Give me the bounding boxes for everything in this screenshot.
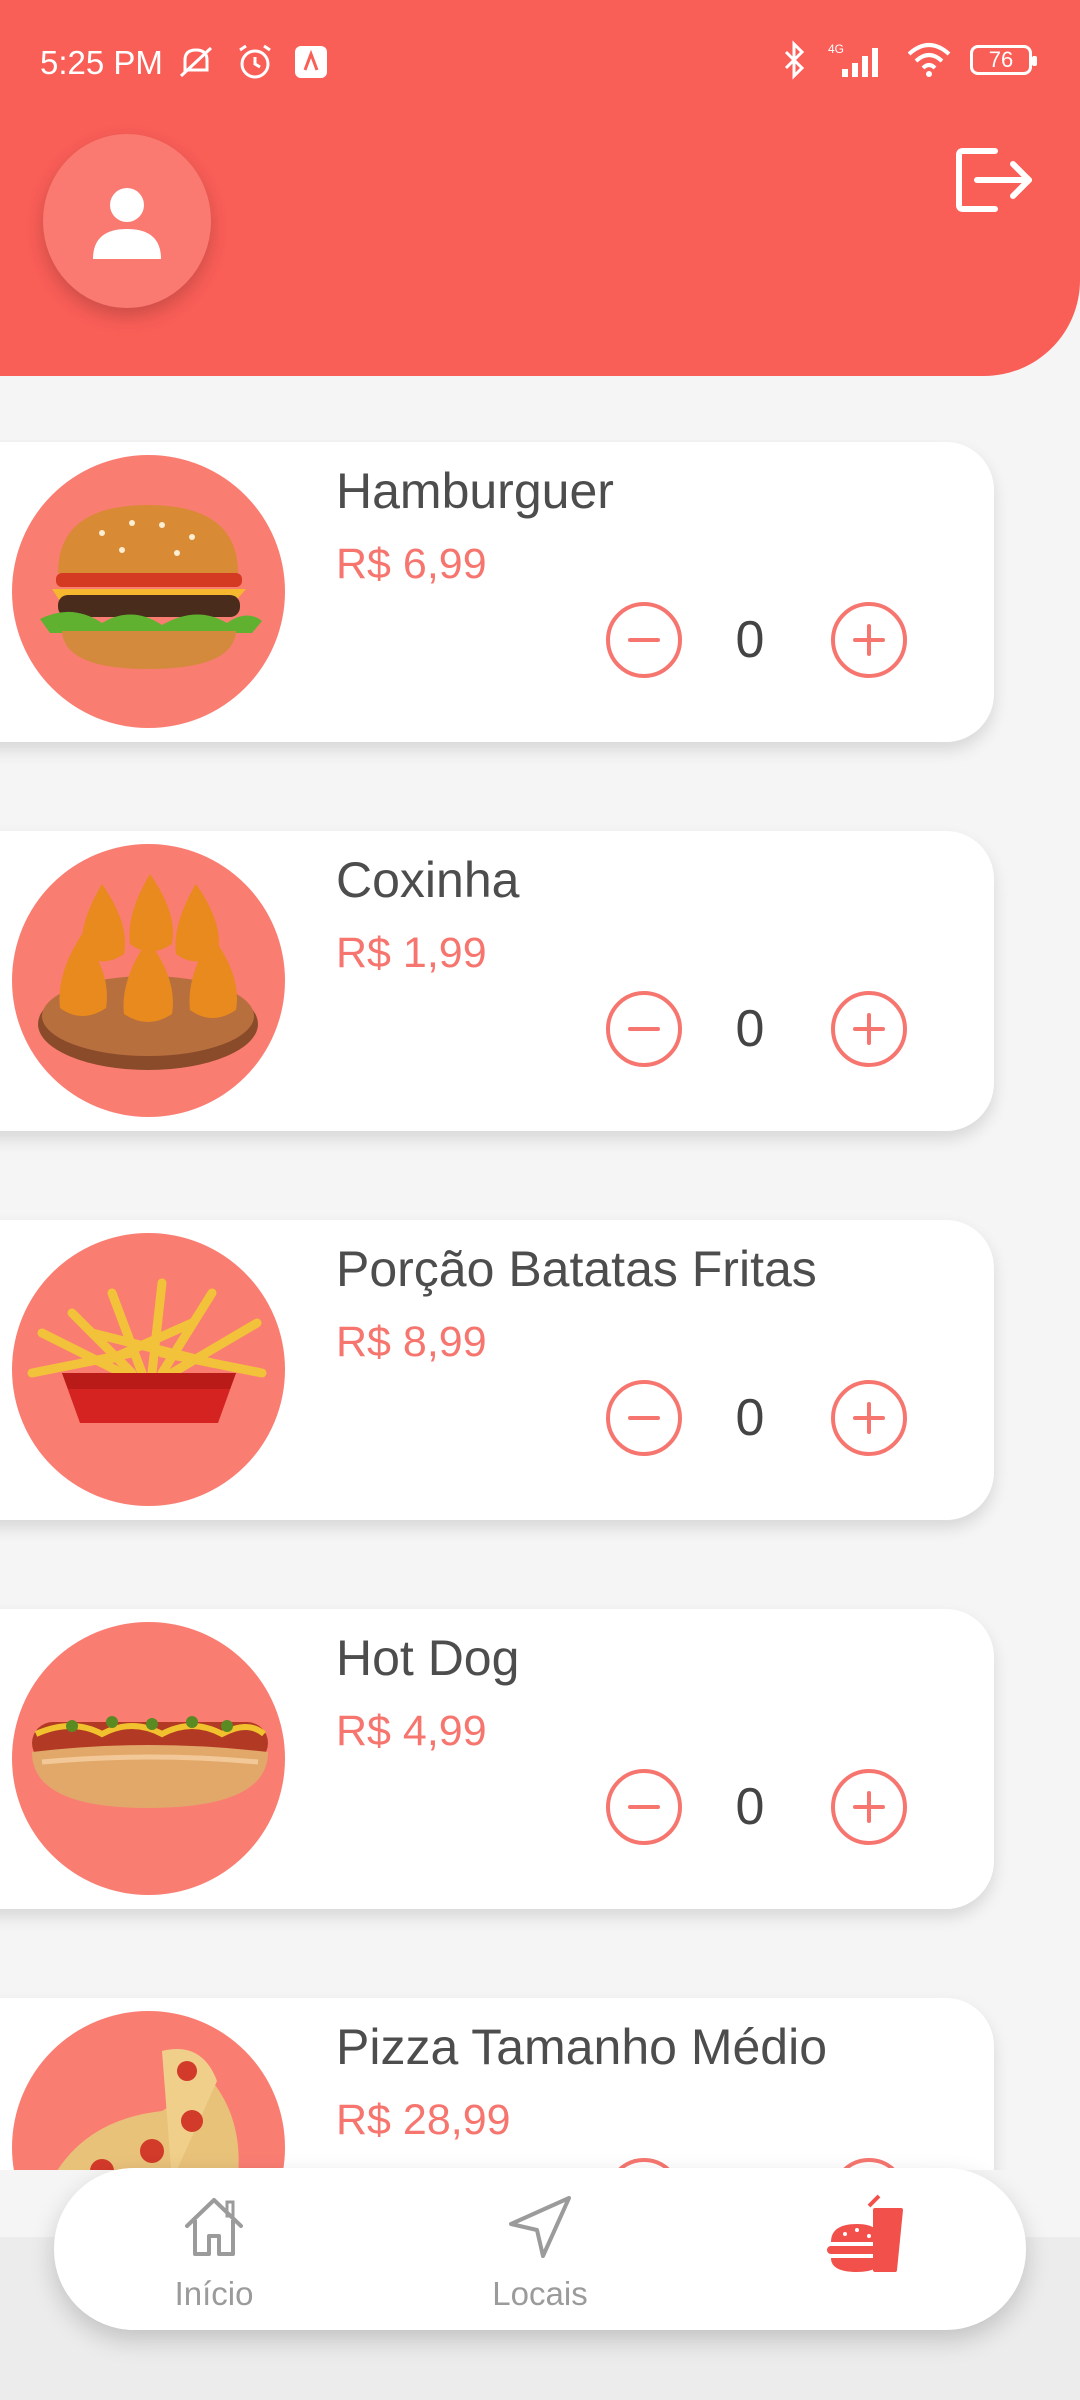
- product-card: Hamburguer R$ 6,99 0: [0, 442, 994, 742]
- app-notification-icon: [295, 46, 327, 78]
- product-card: Hot Dog R$ 4,99 0: [0, 1609, 994, 1909]
- coxinha-image: [38, 874, 258, 1070]
- decrease-quantity-button[interactable]: [606, 1769, 682, 1845]
- home-icon: [185, 2198, 243, 2256]
- product-image: [12, 844, 285, 1117]
- product-card: Pizza Tamanho Médio R$ 28,99 0: [0, 1998, 994, 2170]
- product-image: [12, 1233, 285, 1506]
- network-type: 4G: [828, 42, 844, 56]
- nav-home-label: Início: [174, 2275, 254, 2312]
- increase-quantity-button[interactable]: [831, 602, 907, 678]
- product-price: R$ 8,99: [336, 1318, 487, 1366]
- increase-quantity-button[interactable]: [831, 1380, 907, 1456]
- increase-quantity-button[interactable]: [831, 991, 907, 1067]
- decrease-quantity-button[interactable]: [606, 602, 682, 678]
- product-price: R$ 1,99: [336, 929, 487, 977]
- muted-bell-icon: [179, 46, 213, 78]
- nav-item-places[interactable]: Locais: [465, 2192, 615, 2313]
- product-list[interactable]: Hamburguer R$ 6,99 0 Coxinha R$ 1,99 0 P…: [0, 440, 1080, 2170]
- fries-image: [27, 1278, 267, 1423]
- decrease-quantity-button[interactable]: [606, 991, 682, 1067]
- nav-item-home[interactable]: Início: [139, 2192, 289, 2313]
- signal-icon: 4G: [828, 42, 878, 77]
- product-image: [12, 455, 285, 728]
- plus-icon: [853, 624, 885, 656]
- plus-icon: [853, 1791, 885, 1823]
- nav-item-food[interactable]: [789, 2192, 939, 2287]
- navigation-arrow-icon: [509, 2196, 571, 2258]
- quantity-value: 0: [735, 1389, 765, 1447]
- product-card: Coxinha R$ 1,99 0: [0, 831, 994, 1131]
- quantity-value: 0: [735, 1000, 765, 1058]
- product-card: Porção Batatas Fritas R$ 8,99 0: [0, 1220, 994, 1520]
- product-price: R$ 6,99: [336, 540, 487, 588]
- product-image: [12, 1622, 285, 1895]
- pizza-image: [57, 2049, 239, 2170]
- product-price: R$ 28,99: [336, 2096, 511, 2144]
- minus-icon: [628, 1027, 660, 1031]
- battery-level: 76: [988, 47, 1014, 72]
- status-bar: 5:25 PM 4G 76: [0, 0, 1080, 130]
- bluetooth-icon: [784, 40, 805, 80]
- food-menu-icon: [827, 2194, 903, 2272]
- product-price: R$ 4,99: [336, 1707, 487, 1755]
- product-name: Coxinha: [336, 852, 520, 908]
- plus-icon: [853, 1013, 885, 1045]
- decrease-quantity-button[interactable]: [606, 1380, 682, 1456]
- product-name: Hamburguer: [336, 463, 614, 519]
- hamburger-image: [40, 505, 262, 669]
- plus-icon: [853, 1402, 885, 1434]
- product-name: Hot Dog: [336, 1630, 520, 1686]
- minus-icon: [628, 1805, 660, 1809]
- quantity-value: 0: [735, 611, 765, 669]
- minus-icon: [628, 1416, 660, 1420]
- user-icon: [93, 188, 161, 259]
- bottom-navigation: Início Locais: [54, 2168, 1026, 2330]
- hotdog-image: [32, 1716, 268, 1808]
- quantity-value: 0: [735, 1778, 765, 1836]
- product-image: [12, 2011, 285, 2170]
- product-name: Porção Batatas Fritas: [336, 1241, 817, 1297]
- increase-quantity-button[interactable]: [831, 1769, 907, 1845]
- logout-icon[interactable]: [955, 145, 1035, 215]
- profile-avatar-button[interactable]: [43, 134, 211, 308]
- battery-icon: 76: [970, 45, 1037, 75]
- product-name: Pizza Tamanho Médio: [336, 2019, 828, 2075]
- wifi-icon: [907, 43, 951, 77]
- minus-icon: [628, 638, 660, 642]
- nav-places-label: Locais: [492, 2275, 588, 2312]
- alarm-icon: [239, 44, 271, 79]
- status-time: 5:25 PM: [40, 44, 163, 81]
